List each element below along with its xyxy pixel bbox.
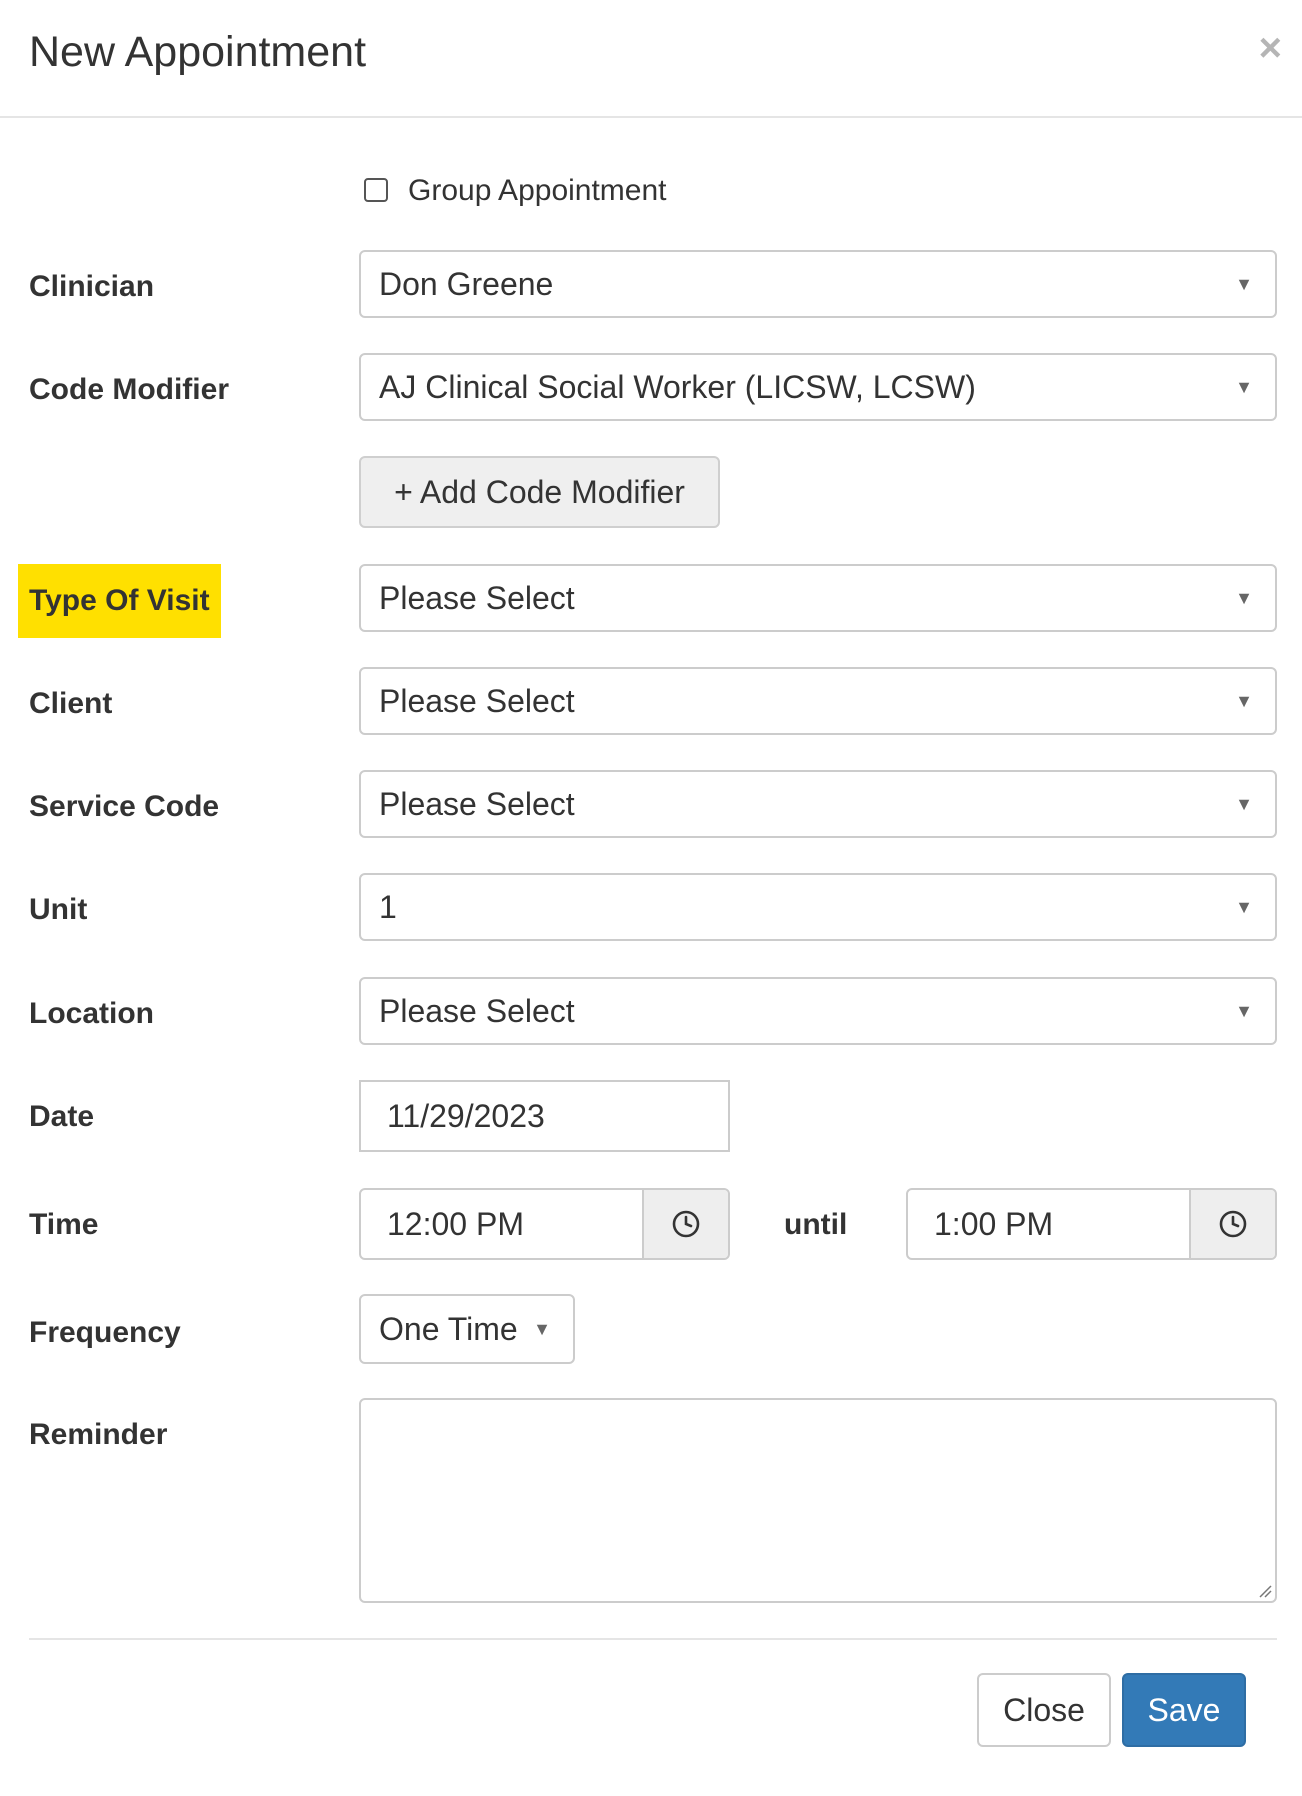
clock-icon[interactable] [1189, 1190, 1275, 1258]
until-label: until [784, 1208, 848, 1241]
start-time-value: 12:00 PM [387, 1206, 524, 1242]
service-code-value: Please Select [379, 786, 575, 822]
new-appointment-modal: New Appointment × Group Appointment Clin… [0, 0, 1302, 1796]
frequency-select[interactable]: One Time ▼ [359, 1294, 575, 1364]
close-icon[interactable]: × [1259, 28, 1282, 68]
chevron-down-icon: ▼ [1235, 794, 1253, 814]
clinician-select[interactable]: Don Greene ▼ [359, 250, 1277, 318]
unit-label: Unit [29, 893, 88, 926]
clinician-label: Clinician [29, 270, 155, 303]
chevron-down-icon: ▼ [1235, 588, 1253, 608]
reminder-textarea[interactable] [359, 1398, 1277, 1603]
add-code-modifier-button[interactable]: + Add Code Modifier [359, 456, 720, 528]
group-appointment-label: Group Appointment [408, 174, 667, 207]
save-button[interactable]: Save [1122, 1673, 1246, 1747]
location-value: Please Select [379, 993, 575, 1029]
code-modifier-value: AJ Clinical Social Worker (LICSW, LCSW) [379, 369, 976, 405]
location-label: Location [29, 997, 154, 1030]
start-time-input[interactable]: 12:00 PM [359, 1188, 730, 1260]
service-code-select[interactable]: Please Select ▼ [359, 770, 1277, 838]
close-button[interactable]: Close [977, 1673, 1111, 1747]
group-appointment-checkbox[interactable] [364, 178, 388, 202]
chevron-down-icon: ▼ [533, 1319, 551, 1339]
chevron-down-icon: ▼ [1235, 274, 1253, 294]
end-time-input[interactable]: 1:00 PM [906, 1188, 1277, 1260]
chevron-down-icon: ▼ [1235, 897, 1253, 917]
frequency-value: One Time [379, 1311, 518, 1347]
client-value: Please Select [379, 683, 575, 719]
location-select[interactable]: Please Select ▼ [359, 977, 1277, 1045]
time-label: Time [29, 1208, 99, 1241]
clinician-value: Don Greene [379, 266, 554, 302]
chevron-down-icon: ▼ [1235, 377, 1253, 397]
code-modifier-select[interactable]: AJ Clinical Social Worker (LICSW, LCSW) … [359, 353, 1277, 421]
chevron-down-icon: ▼ [1235, 691, 1253, 711]
clock-icon[interactable] [642, 1190, 728, 1258]
client-select[interactable]: Please Select ▼ [359, 667, 1277, 735]
type-of-visit-select[interactable]: Please Select ▼ [359, 564, 1277, 632]
footer-divider [29, 1638, 1277, 1640]
date-value: 11/29/2023 [387, 1098, 545, 1134]
chevron-down-icon: ▼ [1235, 1001, 1253, 1021]
resize-handle-icon[interactable] [1258, 1584, 1272, 1598]
end-time-value: 1:00 PM [934, 1206, 1054, 1242]
type-of-visit-value: Please Select [379, 580, 575, 616]
reminder-label: Reminder [29, 1418, 168, 1451]
unit-select[interactable]: 1 ▼ [359, 873, 1277, 941]
modal-title: New Appointment [29, 28, 367, 76]
date-label: Date [29, 1100, 95, 1133]
service-code-label: Service Code [29, 790, 220, 823]
date-input[interactable]: 11/29/2023 [359, 1080, 730, 1152]
client-label: Client [29, 687, 113, 720]
code-modifier-label: Code Modifier [29, 373, 229, 406]
modal-header: New Appointment × [0, 0, 1302, 118]
unit-value: 1 [379, 889, 397, 925]
frequency-label: Frequency [29, 1316, 181, 1349]
type-of-visit-label: Type Of Visit [18, 564, 221, 638]
